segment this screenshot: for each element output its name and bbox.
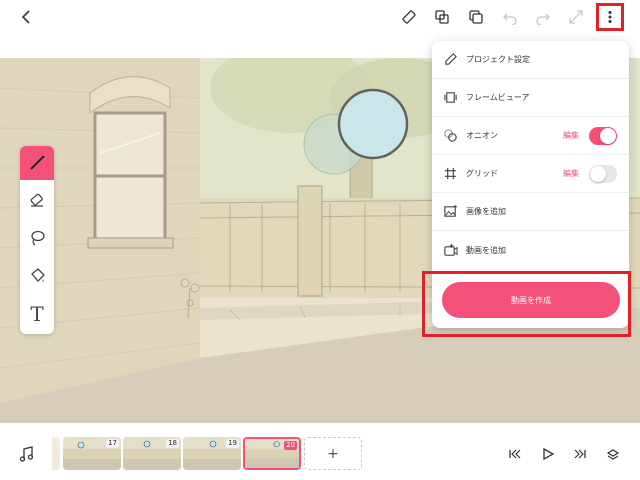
skip-to-start-icon[interactable] xyxy=(506,445,524,463)
frame-viewer-icon xyxy=(442,90,458,106)
frame-number: 18 xyxy=(166,439,179,448)
menu-item-label: フレームビューア xyxy=(466,93,530,102)
menu-item-label: プロジェクト設定 xyxy=(466,55,530,64)
frame-thumbnail-partial xyxy=(52,437,60,470)
menu-item-onion[interactable]: オニオン 編集 xyxy=(432,117,629,155)
redo-icon[interactable] xyxy=(530,4,556,30)
onion-icon xyxy=(442,128,458,144)
fill-bucket-icon[interactable] xyxy=(20,259,54,293)
onion-edit-link[interactable]: 編集 xyxy=(563,130,579,141)
add-video-icon xyxy=(442,242,458,258)
menu-item-project-settings[interactable]: プロジェクト設定 xyxy=(432,41,629,79)
menu-item-grid[interactable]: グリッド 編集 xyxy=(432,155,629,193)
lasso-icon[interactable] xyxy=(20,221,54,255)
toggle-knob xyxy=(590,165,606,182)
top-toolbar xyxy=(0,0,640,36)
expand-icon[interactable] xyxy=(563,4,589,30)
skip-to-end-icon[interactable] xyxy=(571,445,589,463)
frame-thumbnail[interactable]: 19 xyxy=(183,437,241,470)
music-icon[interactable] xyxy=(18,445,36,463)
toggle-knob xyxy=(600,127,616,144)
frame-number: 17 xyxy=(106,439,119,448)
frame-thumbnail[interactable]: 18 xyxy=(123,437,181,470)
menu-item-label: 画像を追加 xyxy=(466,207,506,216)
frame-number: 19 xyxy=(226,439,239,448)
undo-icon[interactable] xyxy=(497,4,523,30)
grid-edit-link[interactable]: 編集 xyxy=(563,168,579,179)
menu-item-add-video[interactable]: 動画を追加 xyxy=(432,231,629,269)
menu-item-label: グリッド xyxy=(466,169,498,178)
copy-layer-icon[interactable] xyxy=(429,4,455,30)
pencil-icon xyxy=(442,52,458,68)
menu-item-label: オニオン xyxy=(466,131,498,140)
text-icon[interactable]: T xyxy=(20,297,54,331)
menu-item-frame-viewer[interactable]: フレームビューア xyxy=(432,79,629,117)
back-icon[interactable] xyxy=(14,4,40,30)
layers-icon[interactable] xyxy=(604,445,622,463)
add-image-icon xyxy=(442,204,458,220)
grid-toggle[interactable] xyxy=(589,164,617,183)
duplicate-icon[interactable] xyxy=(463,4,489,30)
more-options-icon[interactable] xyxy=(596,3,624,31)
pen-icon[interactable] xyxy=(20,146,54,180)
frame-number: 20 xyxy=(284,441,297,450)
tool-palette: T xyxy=(20,146,54,334)
add-frame-button[interactable]: + xyxy=(304,437,362,470)
frame-thumbnail[interactable]: 17 xyxy=(63,437,121,470)
create-video-button[interactable]: 動画を作成 xyxy=(442,282,620,318)
menu-item-add-image[interactable]: 画像を追加 xyxy=(432,193,629,231)
eraser-icon[interactable] xyxy=(20,183,54,217)
grid-icon xyxy=(442,166,458,182)
play-icon[interactable] xyxy=(539,445,557,463)
frame-thumbnail-selected[interactable]: 20 xyxy=(243,437,301,470)
ruler-icon[interactable] xyxy=(396,4,422,30)
menu-item-label: 動画を追加 xyxy=(466,245,506,255)
onion-toggle[interactable] xyxy=(589,126,617,145)
